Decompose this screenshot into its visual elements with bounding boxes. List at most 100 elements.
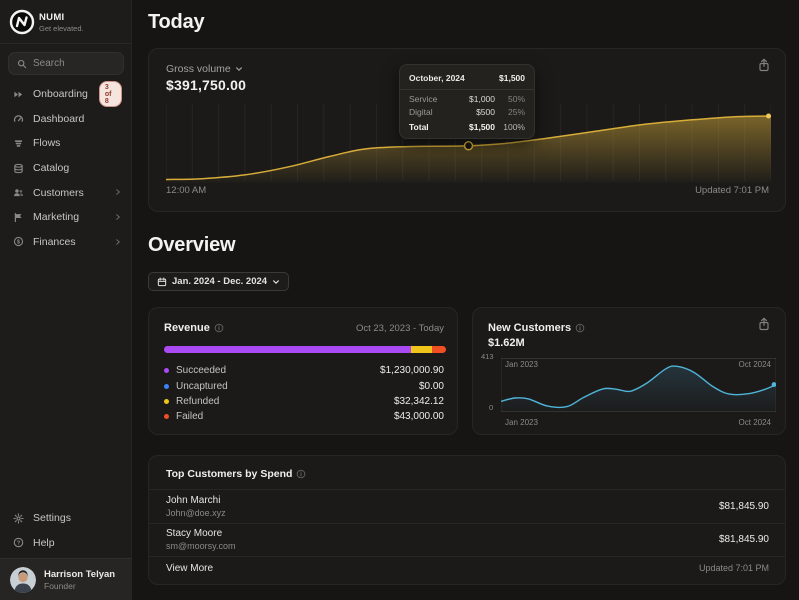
new-customers-chart (501, 358, 776, 412)
chevron-down-icon (273, 279, 280, 284)
metric-label: Gross volume (166, 63, 231, 75)
tooltip-row-pct: 25% (507, 107, 525, 117)
legend-label: Failed (176, 411, 204, 423)
customer-row[interactable]: Stacy Moore sm@moorsy.com $81,845.90 (166, 524, 769, 555)
dashboard-icon (13, 113, 24, 124)
user-name: Harrison Telyan (44, 569, 116, 580)
catalog-icon (13, 163, 24, 174)
legend-label: Succeeded (176, 365, 227, 377)
date-range-label: Jan. 2024 - Dec. 2024 (172, 276, 268, 287)
finances-icon: $ (13, 236, 24, 247)
chart-tooltip: October, 2024 $1,500 Service $1,000 50% … (399, 64, 535, 139)
date-range-picker[interactable]: Jan. 2024 - Dec. 2024 (148, 272, 290, 291)
customer-row[interactable]: John Marchi John@doe.xyz $81,845.90 (166, 491, 769, 522)
tooltip-row-value: $500 (476, 107, 495, 117)
search-box[interactable] (8, 52, 124, 75)
sidebar-item-label: Marketing (33, 211, 80, 224)
tooltip-total-row: Total $1,500 100% (400, 117, 534, 132)
view-more-link[interactable]: View More (166, 563, 213, 574)
sidebar-footer-nav: Settings ? Help (0, 506, 132, 555)
top-customers-card: Top Customers by Spend John Marchi John@… (148, 455, 786, 585)
sidebar-item-help[interactable]: ? Help (0, 531, 132, 556)
sidebar-item-finances[interactable]: $ Finances (0, 230, 132, 255)
help-icon: ? (13, 537, 24, 548)
x-axis-start-label: Jan 2023 (505, 418, 538, 427)
legend-row-failed: Failed $43,000.00 (164, 409, 444, 424)
marketing-icon (13, 212, 24, 223)
customer-name: John Marchi (166, 495, 221, 506)
sidebar-item-marketing[interactable]: Marketing (0, 205, 132, 230)
metric-value: $391,750.00 (166, 77, 247, 93)
main-content: Today Gross volume $391,750.00 October, … (132, 0, 799, 600)
tooltip-row-pct: 50% (507, 93, 525, 104)
search-icon (17, 59, 27, 68)
brand-name: NUMI (39, 12, 65, 23)
legend-row-succeeded: Succeeded $1,230,000.90 (164, 363, 444, 378)
sidebar-item-dashboard[interactable]: Dashboard (0, 107, 132, 132)
sidebar-header: NUMI Get elevated. (0, 0, 131, 44)
revenue-legend: Succeeded $1,230,000.90 Uncaptured $0.00… (164, 363, 444, 425)
legend-value: $43,000.00 (393, 411, 444, 423)
legend-dot (164, 368, 169, 374)
overview-heading: Overview (148, 234, 236, 256)
info-icon (297, 469, 306, 479)
x-axis-end-label: Oct 2024 (738, 418, 771, 427)
legend-dot (164, 383, 169, 389)
avatar (10, 567, 36, 593)
tooltip-row-value: $1,500 (469, 122, 495, 132)
chevron-down-icon (235, 67, 242, 71)
chevron-right-icon (116, 238, 121, 245)
onboarding-progress-badge: 3 of 8 (98, 81, 122, 108)
revenue-range: Oct 23, 2023 - Today (355, 322, 444, 334)
today-heading: Today (148, 11, 205, 33)
gross-volume-card: Gross volume $391,750.00 October, 2024 $… (148, 48, 786, 212)
sidebar-item-label: Finances (33, 235, 76, 248)
sidebar-item-settings[interactable]: Settings (0, 506, 132, 531)
x-axis-labels-bottom: Jan 2023 Oct 2024 (505, 418, 771, 427)
chevron-right-icon (116, 214, 121, 220)
share-icon[interactable] (757, 58, 771, 72)
sidebar-item-label: Onboarding (33, 88, 88, 101)
top-customers-title: Top Customers by Spend (166, 468, 293, 480)
new-customers-total: $1.62M (488, 337, 525, 349)
customer-email: sm@moorsy.com (166, 541, 236, 551)
tooltip-title: October, 2024 (409, 73, 465, 83)
sidebar-item-label: Help (33, 536, 55, 549)
revenue-bar-segment-failed (431, 346, 446, 353)
revenue-title: Revenue (164, 322, 210, 334)
tooltip-row-pct: 100% (503, 122, 525, 132)
numi-logo-icon (9, 9, 35, 35)
gear-icon (13, 513, 24, 524)
legend-value: $32,342.12 (393, 395, 444, 407)
calendar-icon (157, 277, 167, 286)
metric-selector[interactable]: Gross volume (166, 63, 243, 75)
tooltip-row-value: $1,000 (469, 93, 495, 104)
user-profile[interactable]: Harrison Telyan Founder (0, 558, 132, 600)
sidebar-item-label: Settings (33, 512, 71, 525)
customer-name: Stacy Moore (166, 528, 223, 539)
legend-row-refunded: Refunded $32,342.12 (164, 394, 444, 409)
sidebar-item-customers[interactable]: Customers (0, 180, 132, 205)
search-input[interactable] (33, 58, 113, 69)
tooltip-total: $1,500 (499, 73, 525, 83)
sidebar-item-catalog[interactable]: Catalog (0, 156, 132, 181)
updated-timestamp: Updated 7:01 PM (698, 563, 769, 573)
sidebar-item-onboarding[interactable]: Onboarding 3 of 8 (0, 81, 132, 108)
tooltip-row-label: Digital (409, 107, 433, 117)
tooltip-row-label: Total (409, 122, 429, 132)
sidebar-item-flows[interactable]: Flows (0, 131, 132, 156)
chart-hover-marker (463, 141, 474, 151)
svg-text:?: ? (17, 541, 21, 547)
customers-icon (13, 187, 24, 198)
legend-value: $0.00 (418, 380, 444, 392)
new-customers-card: New Customers $1.62M 413 0 Jan 2023 Oct … (472, 307, 786, 435)
info-icon (575, 323, 585, 333)
legend-value: $1,230,000.90 (380, 365, 444, 377)
tooltip-row: Digital $500 25% (400, 104, 534, 117)
sidebar-nav: Onboarding 3 of 8 Dashboard Flows Catalo… (0, 81, 132, 255)
legend-label: Uncaptured (176, 380, 228, 392)
sidebar-item-label: Catalog (33, 162, 70, 175)
customer-amount: $81,845.90 (718, 534, 769, 545)
share-icon[interactable] (757, 317, 771, 331)
legend-row-uncaptured: Uncaptured $0.00 (164, 378, 444, 393)
